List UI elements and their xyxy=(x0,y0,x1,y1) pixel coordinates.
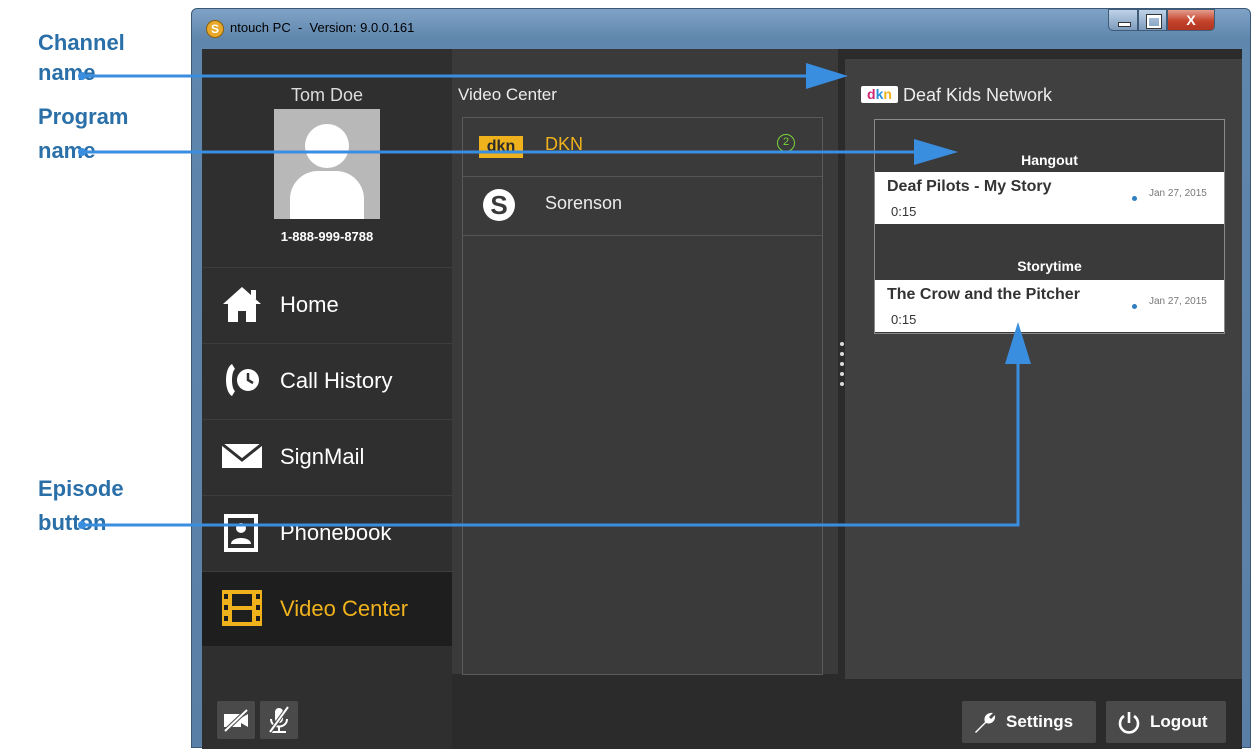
camera-off-button[interactable] xyxy=(217,701,255,739)
settings-button[interactable]: Settings xyxy=(962,701,1096,743)
callout-channel-name-line1: Channel xyxy=(38,30,125,55)
app-logo-icon: S xyxy=(206,20,224,38)
nav-item-signmail[interactable]: SignMail xyxy=(202,419,452,494)
window-title: ntouch PC - Version: 9.0.0.161 xyxy=(230,20,415,35)
channel-detail-panel: dkn Deaf Kids Network Hangout Deaf Pilot… xyxy=(845,59,1242,679)
video-center-title: Video Center xyxy=(458,85,557,104)
title-bar[interactable]: S ntouch PC - Version: 9.0.0.161 X xyxy=(192,9,1250,43)
nav-item-label: Call History xyxy=(280,368,393,393)
camera-off-icon xyxy=(223,708,249,733)
channel-name: Sorenson xyxy=(545,193,623,213)
callout-channel-name-line2: name xyxy=(38,60,96,85)
logout-button[interactable]: Logout xyxy=(1106,701,1226,743)
episode-date: Jan 27, 2015 xyxy=(1149,188,1207,199)
nav-item-video-center[interactable]: Video Center xyxy=(202,571,452,646)
power-icon xyxy=(1118,712,1140,734)
nav-item-label: SignMail xyxy=(280,444,365,469)
dkn-channel-logo-icon: dkn xyxy=(861,86,898,103)
minimize-button[interactable] xyxy=(1108,9,1138,31)
episode-title: Deaf Pilots - My Story xyxy=(887,178,1052,195)
callout-episode-button-line1: Episode xyxy=(38,476,124,501)
episode-duration: 0:15 xyxy=(891,204,917,219)
channel-name: DKN xyxy=(545,134,584,154)
program-title: Storytime xyxy=(1017,258,1082,274)
avatar-body xyxy=(290,171,364,219)
channel-title: Deaf Kids Network xyxy=(903,85,1053,105)
callout-episode-button-line2: button xyxy=(38,510,107,535)
new-count-badge: 2 xyxy=(777,134,795,152)
video-center-panel: Video Center dkn DKN 2 S Sorenson xyxy=(452,49,838,675)
nav-item-label: Video Center xyxy=(280,596,409,621)
channel-item-dkn[interactable]: dkn DKN 2 xyxy=(463,118,822,177)
avatar[interactable] xyxy=(274,109,380,219)
unwatched-dot-icon xyxy=(1132,304,1137,309)
wrench-icon xyxy=(975,712,996,733)
user-name: Tom Doe xyxy=(290,85,364,105)
film-icon xyxy=(222,590,262,626)
phonebook-icon xyxy=(224,514,258,552)
callout-program-name-line2: name xyxy=(38,138,96,163)
nav-item-phonebook[interactable]: Phonebook xyxy=(202,495,452,570)
avatar-head xyxy=(305,124,349,168)
call-history-icon xyxy=(226,364,259,396)
close-button[interactable]: X xyxy=(1167,9,1215,31)
nav-item-label: Phonebook xyxy=(280,520,392,545)
callout-program-name-line1: Program xyxy=(38,104,129,129)
sidebar: Tom Doe 1-888-999-8788 Home Call History… xyxy=(202,49,452,749)
app-window: S ntouch PC - Version: 9.0.0.161 X Tom D… xyxy=(191,8,1251,749)
episode-date: Jan 27, 2015 xyxy=(1149,296,1207,307)
episode-button[interactable]: Deaf Pilots - My Story 0:15 Jan 27, 2015 xyxy=(875,172,1224,224)
program-title: Hangout xyxy=(1021,152,1078,168)
dkn-logo-icon: dkn xyxy=(479,136,523,158)
app-client: Tom Doe 1-888-999-8788 Home Call History… xyxy=(202,49,1242,749)
episode-list: Hangout Deaf Pilots - My Story 0:15 Jan … xyxy=(874,119,1225,334)
channel-item-sorenson[interactable]: S Sorenson xyxy=(463,177,822,236)
sorenson-logo-icon: S xyxy=(483,189,515,221)
settings-label: Settings xyxy=(1006,712,1074,731)
maximize-button[interactable] xyxy=(1138,9,1167,31)
microphone-off-button[interactable] xyxy=(260,701,298,739)
nav-item-label: Home xyxy=(280,292,339,317)
logout-label: Logout xyxy=(1150,712,1208,731)
episode-duration: 0:15 xyxy=(891,312,917,327)
user-phone-number: 1-888-999-8788 xyxy=(280,229,374,244)
channel-list: dkn DKN 2 S Sorenson xyxy=(462,117,823,675)
episode-button[interactable]: The Crow and the Pitcher 0:15 Jan 27, 20… xyxy=(875,280,1224,332)
home-icon xyxy=(223,287,261,322)
unwatched-dot-icon xyxy=(1132,196,1137,201)
episode-title: The Crow and the Pitcher xyxy=(887,286,1080,303)
nav-item-home[interactable]: Home xyxy=(202,267,452,342)
nav-item-call-history[interactable]: Call History xyxy=(202,343,452,418)
envelope-icon xyxy=(221,442,263,468)
microphone-off-icon xyxy=(268,705,290,734)
